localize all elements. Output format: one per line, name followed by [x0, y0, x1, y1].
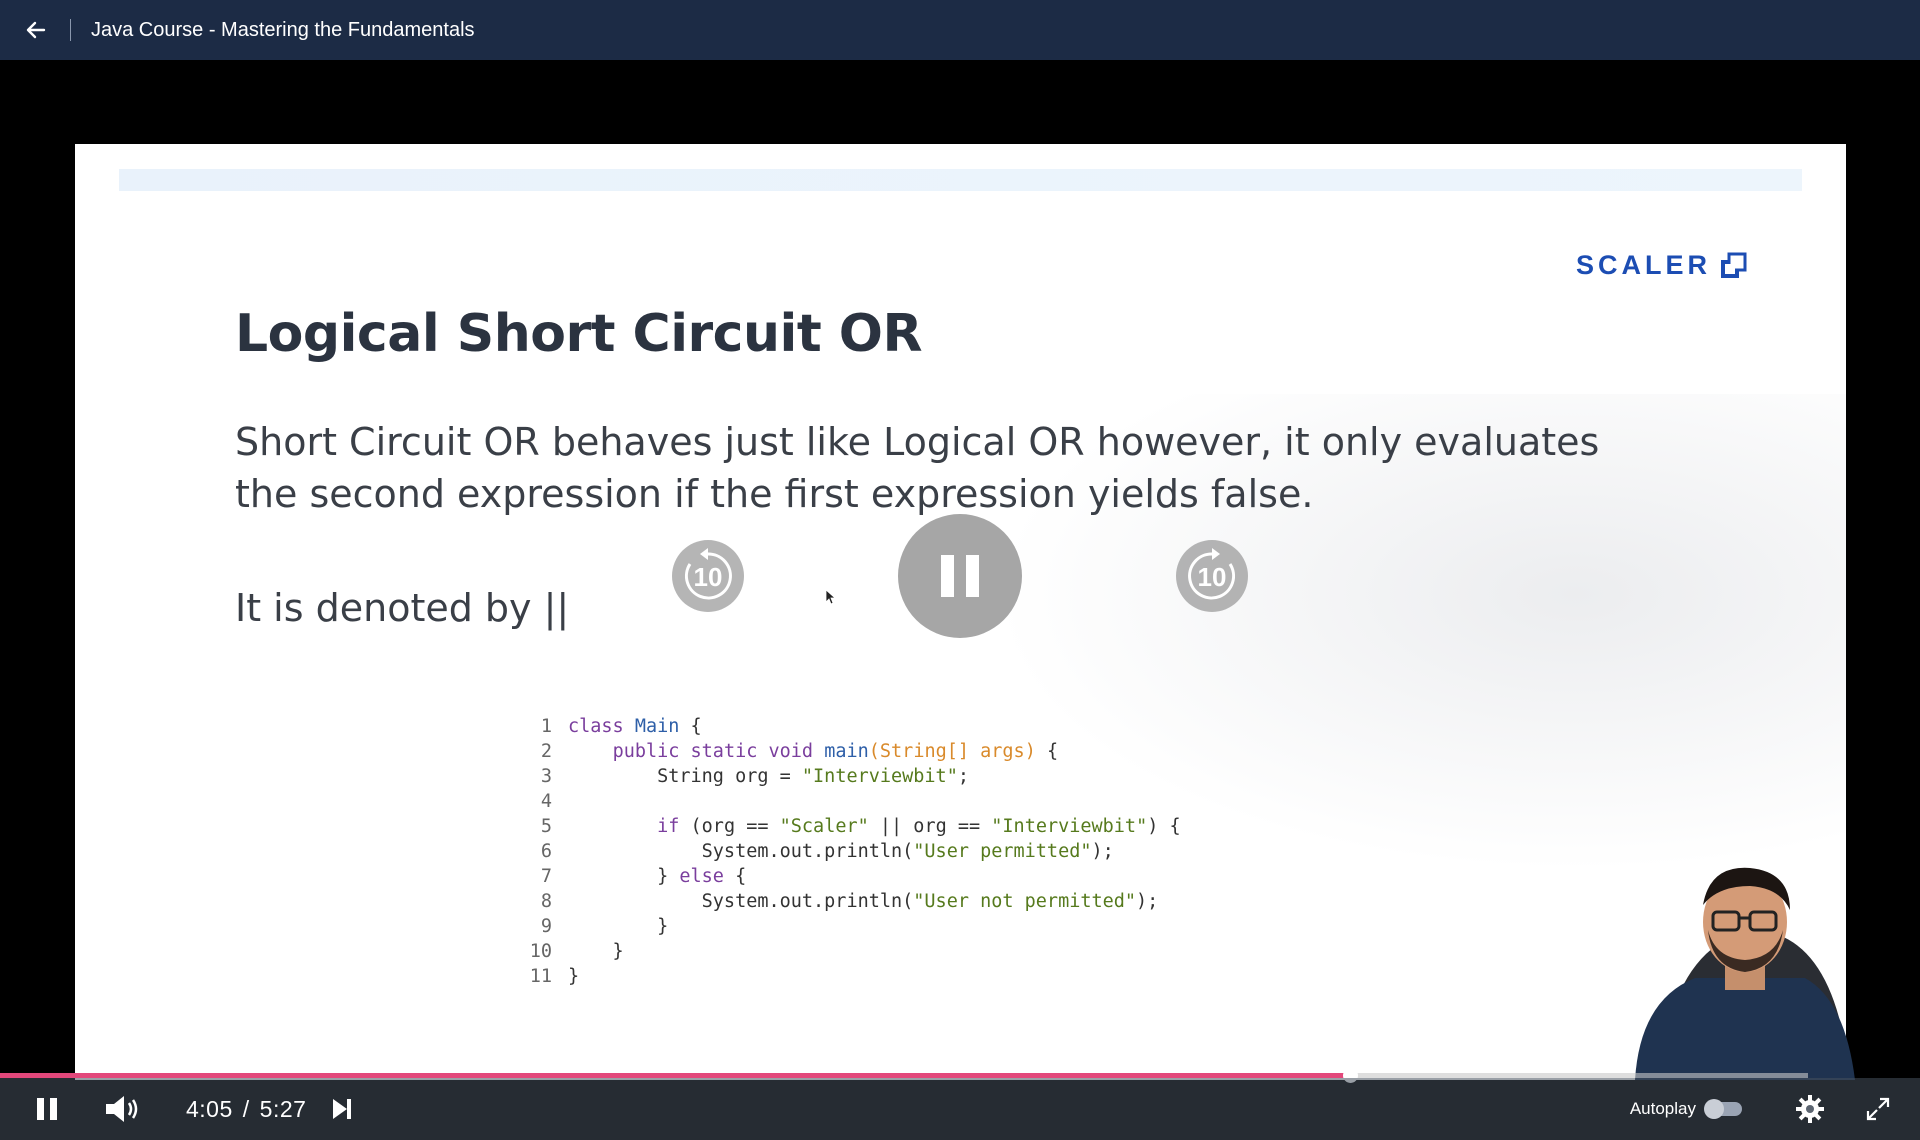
code-line-number: 5	[540, 816, 552, 837]
presenter-webcam	[1600, 860, 1880, 1080]
code-line: 9 }	[512, 914, 1181, 939]
next-video-button[interactable]	[330, 1096, 354, 1122]
code-line-text: if (org == "Scaler" || org == "Interview…	[657, 816, 1181, 837]
logo-text: SCALER	[1576, 250, 1712, 280]
code-line: 1 class Main {	[512, 714, 1181, 739]
body-line-1: Short Circuit OR behaves just like Logic…	[235, 420, 1600, 464]
slide-denoted-text: It is denoted by ||	[235, 586, 570, 630]
forward-10-button[interactable]: 10	[1172, 536, 1252, 616]
top-bar: Java Course - Mastering the Fundamentals	[0, 0, 1920, 60]
autoplay-toggle[interactable]	[1704, 1099, 1742, 1119]
code-line-number: 3	[540, 766, 552, 787]
video-player[interactable]: SCALER Logical Short Circuit OR Short Ci…	[0, 60, 1920, 1140]
play-pause-button[interactable]	[34, 1094, 60, 1124]
pause-icon	[941, 555, 979, 597]
scaler-logo: SCALER	[1576, 250, 1747, 281]
forward-10-icon: 10	[1176, 540, 1248, 612]
code-snippet: 1 class Main {2 public static void main(S…	[512, 714, 1181, 989]
rewind-10-icon: 10	[672, 540, 744, 612]
code-line: 11}	[512, 964, 1181, 989]
code-line-number: 8	[540, 891, 552, 912]
code-line-text: String org = "Interviewbit";	[568, 766, 969, 787]
time-display: 4:05 / 5:27	[186, 1096, 306, 1123]
code-line: 10 }	[512, 939, 1181, 964]
scaler-logo-icon	[1721, 252, 1747, 278]
code-line-text: public static void main(String[] args) {	[612, 741, 1059, 762]
code-line-text: class Main {	[568, 716, 702, 737]
time-separator: /	[242, 1095, 250, 1122]
autoplay-toggle-knob	[1704, 1099, 1724, 1119]
code-line-text: } else {	[568, 866, 747, 887]
back-button[interactable]	[16, 10, 56, 50]
code-line-text: }	[568, 966, 580, 987]
volume-button[interactable]	[104, 1093, 142, 1125]
code-line-number: 9	[540, 916, 552, 937]
code-line-text: }	[568, 941, 624, 962]
code-line-number: 1	[540, 716, 552, 737]
duration: 5:27	[259, 1095, 307, 1122]
code-line-text: System.out.println("User not permitted")…	[568, 891, 1159, 912]
svg-text:10: 10	[1198, 562, 1227, 592]
code-line-text: System.out.println("User permitted");	[568, 841, 1114, 862]
code-line: 4​	[512, 789, 1181, 814]
arrow-left-icon	[26, 21, 46, 39]
svg-text:10: 10	[694, 562, 723, 592]
pause-icon	[37, 1098, 57, 1120]
course-title: Java Course - Mastering the Fundamentals	[91, 18, 475, 41]
player-controls: 4:05 / 5:27 Autoplay	[0, 1078, 1920, 1140]
code-line-number: 10	[529, 941, 552, 962]
fullscreen-icon	[1866, 1097, 1890, 1121]
autoplay-label: Autoplay	[1629, 1099, 1696, 1118]
slide-title: Logical Short Circuit OR	[235, 304, 923, 364]
body-line-2: the second expression if the first expre…	[235, 472, 1314, 516]
code-line: 7 } else {	[512, 864, 1181, 889]
rewind-10-button[interactable]: 10	[668, 536, 748, 616]
code-line: 3 String org = "Interviewbit";	[512, 764, 1181, 789]
code-line-number: 2	[540, 741, 552, 762]
code-line-number: 6	[540, 841, 552, 862]
title-divider	[70, 19, 71, 41]
code-line: 5 if (org == "Scaler" || org == "Intervi…	[512, 814, 1181, 839]
settings-button[interactable]	[1794, 1093, 1826, 1125]
mouse-cursor-icon	[825, 589, 837, 605]
code-line-text: }	[568, 916, 669, 937]
current-time: 4:05	[186, 1095, 233, 1122]
fullscreen-button[interactable]	[1864, 1095, 1892, 1123]
code-line-number: 7	[540, 866, 552, 887]
code-line-number: 11	[529, 966, 552, 987]
code-line: 6 System.out.println("User permitted");	[512, 839, 1181, 864]
code-line: 2 public static void main(String[] args)…	[512, 739, 1181, 764]
code-line: 8 System.out.println("User not permitted…	[512, 889, 1181, 914]
slide-header-band	[119, 169, 1802, 191]
volume-icon	[106, 1096, 138, 1122]
center-pause-button[interactable]	[898, 514, 1022, 638]
code-line-number: 4	[540, 791, 552, 812]
skip-next-icon	[333, 1099, 352, 1119]
gear-icon	[1796, 1095, 1824, 1123]
slide-body-text: Short Circuit OR behaves just like Logic…	[235, 416, 1695, 520]
